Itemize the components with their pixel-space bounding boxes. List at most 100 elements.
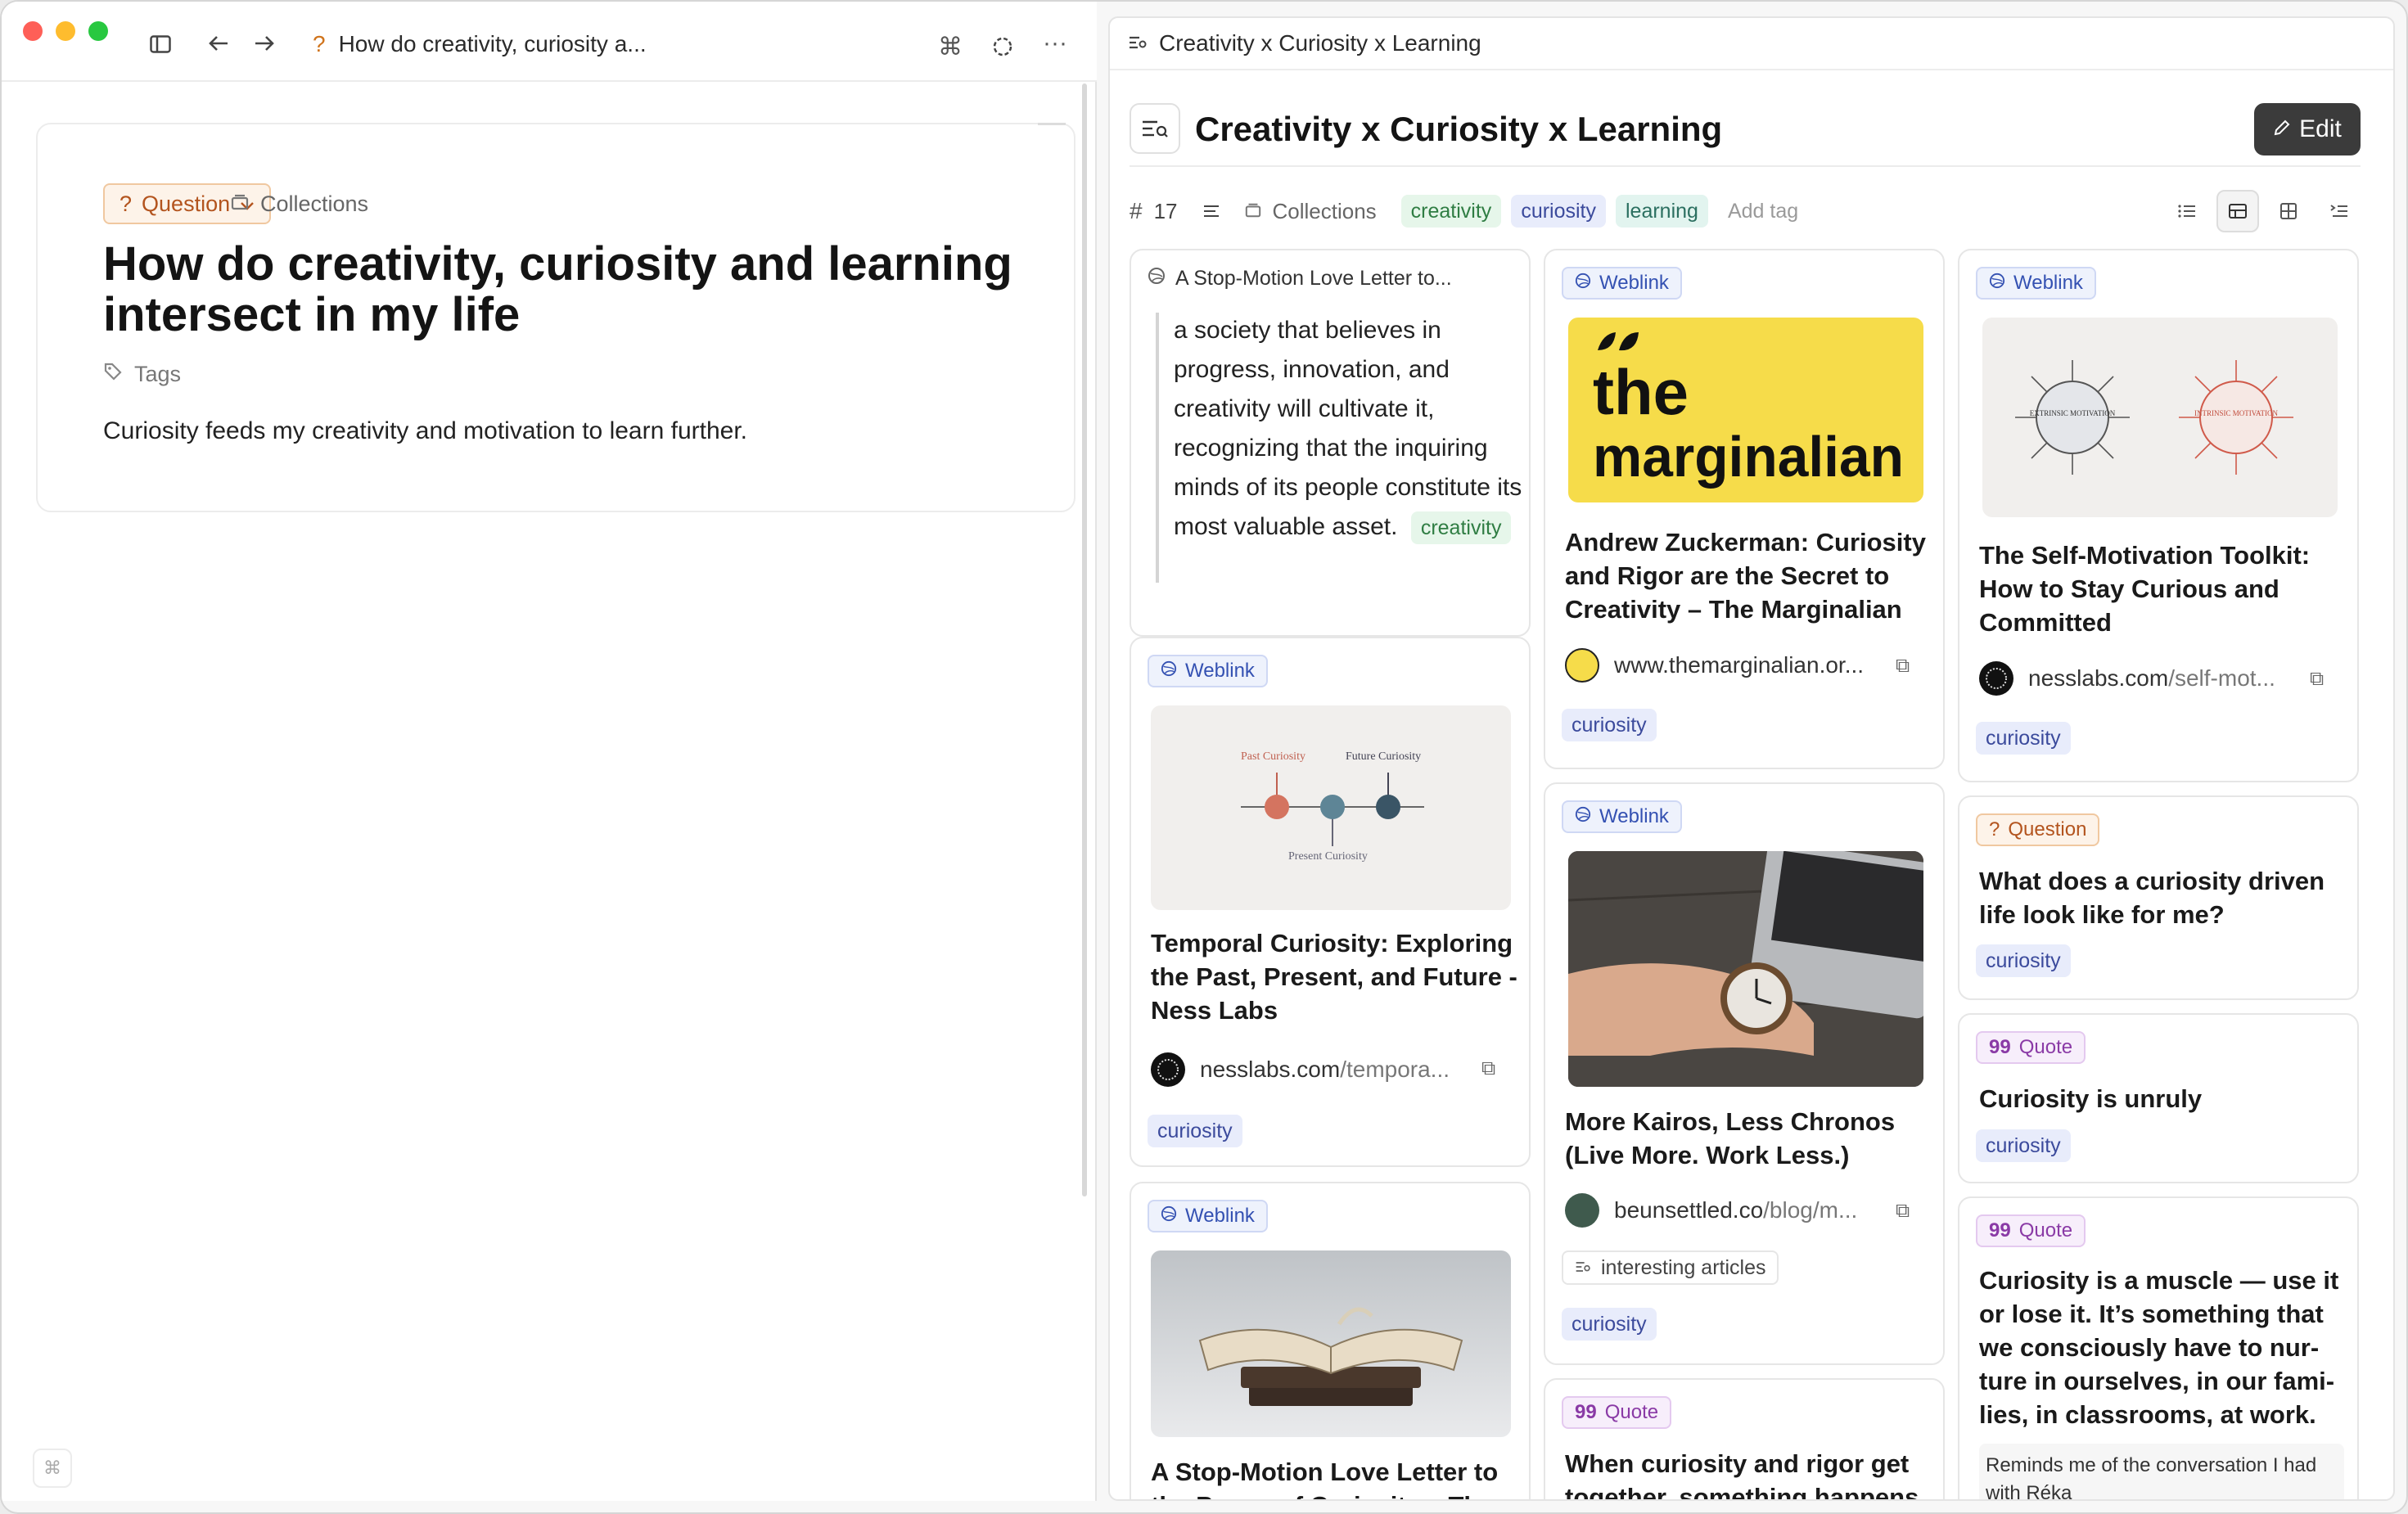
- thumb-label-future: Future Curiosity: [1346, 750, 1421, 763]
- weblink-badge-label: Weblink: [1599, 805, 1669, 827]
- weblink-card-kairos[interactable]: Weblink More Kairos, Less Chronos (Live …: [1544, 782, 1945, 1365]
- card-url-row[interactable]: nesslabs.com/self-mot...: [1979, 661, 2275, 696]
- collection-title-row: Creativity x Curiosity x Learning Edit: [1130, 90, 2361, 167]
- tag-curiosity[interactable]: curiosity: [1562, 709, 1657, 741]
- quote-mark-icon: 99: [1989, 1219, 2011, 1241]
- collections-field[interactable]: Collections: [1245, 199, 1377, 224]
- copy-link-icon[interactable]: ⧉: [1896, 655, 1910, 678]
- document-title[interactable]: How do creativity, curiosity and learnin…: [103, 239, 1028, 340]
- add-tag-button[interactable]: Add tag: [1718, 195, 1808, 228]
- card-title: Temporal Curiosity: Exploring the Past, …: [1151, 929, 1517, 1025]
- card-note: Reminds me of the conversation I had wit…: [1979, 1444, 2344, 1499]
- thumb-label-extrinsic: EXTRINSIC MOTIVATION: [2030, 409, 2116, 417]
- text-lines-icon: [1202, 199, 1220, 224]
- weblink-card-self-motivation[interactable]: Weblink EXTRINSIC MOTIVATION INTRINSIC M…: [1958, 249, 2359, 782]
- thumb-label-present: Present Curiosity: [1288, 850, 1368, 863]
- sidebar-toggle-icon[interactable]: [146, 33, 175, 56]
- copy-link-icon[interactable]: ⧉: [1896, 1200, 1910, 1223]
- logo-text-the: the: [1593, 356, 1689, 428]
- collection-icon[interactable]: [1130, 103, 1180, 154]
- collection-chip[interactable]: interesting articles: [1562, 1250, 1779, 1285]
- question-icon: ?: [1989, 818, 2000, 840]
- marginalian-logo: the marginalian: [1568, 318, 1923, 502]
- card-title: What does a curiosity driven life look l…: [1979, 867, 2325, 929]
- zoom-window-button[interactable]: [88, 21, 108, 41]
- card-title: The Self-Motivation Toolkit: How to Stay…: [1979, 541, 2311, 637]
- description-toggle[interactable]: [1202, 199, 1220, 224]
- forward-arrow-icon[interactable]: [250, 31, 278, 56]
- question-card-curiosity-life[interactable]: ? Question What does a curiosity driven …: [1958, 795, 2359, 1000]
- thumb-label-intrinsic: INTRINSIC MOTIVATION: [2194, 409, 2279, 417]
- card-view-icon[interactable]: [2216, 190, 2259, 232]
- card-url-row[interactable]: www.themarginalian.or...: [1565, 648, 1864, 683]
- sync-icon[interactable]: [989, 34, 1017, 59]
- weblink-card-marginalian[interactable]: Weblink the marginalian Andrew Zuckerman…: [1544, 249, 1945, 769]
- quote-badge: 99 Quote: [1562, 1396, 1672, 1429]
- weblink-badge-label: Weblink: [2013, 272, 2083, 294]
- weblink-badge-label: Weblink: [1185, 1205, 1255, 1227]
- url-path: /self-mot...: [2168, 665, 2275, 691]
- globe-icon: [1575, 805, 1591, 828]
- edit-button-label: Edit: [2299, 115, 2342, 142]
- card-title: Curiosity is a muscle — use it or lose i…: [1979, 1266, 2339, 1429]
- tag-curiosity[interactable]: curiosity: [1511, 195, 1606, 228]
- tag-curiosity[interactable]: curiosity: [1562, 1308, 1657, 1341]
- collections-label: Collections: [260, 192, 369, 216]
- collections-field[interactable]: Collections: [231, 192, 368, 217]
- quote-card-stop-motion[interactable]: A Stop-Motion Love Letter to... a societ…: [1130, 249, 1531, 637]
- quote-card-rigor[interactable]: 99 Quote When curiosity and rigor get to…: [1544, 1378, 1945, 1499]
- weblink-badge: Weblink: [1562, 800, 1682, 833]
- quote-body: a society that believes in progress, inn…: [1174, 317, 1522, 540]
- watch-photo: [1568, 851, 1923, 1087]
- card-title: Andrew Zuckerman: Curiosity and Rigor ar…: [1565, 528, 1926, 624]
- tag-learning[interactable]: learning: [1616, 195, 1708, 228]
- weblink-card-stop-motion[interactable]: Weblink A Stop-Motion Love Letter to the…: [1130, 1182, 1531, 1499]
- current-tab-label: How do creativity, curiosity a...: [338, 31, 647, 56]
- left-pane: ? How do creativity, curiosity a... ⌘ ··…: [2, 2, 1097, 1501]
- beunsettled-favicon: [1565, 1193, 1599, 1228]
- item-count: # 17: [1130, 198, 1178, 224]
- copy-link-icon[interactable]: ⧉: [2310, 668, 2324, 691]
- motivation-diagram-thumbnail: EXTRINSIC MOTIVATION INTRINSIC MOTIVATIO…: [1982, 318, 2338, 517]
- quote-card-muscle[interactable]: 99 Quote Curiosity is a muscle — use it …: [1958, 1196, 2359, 1499]
- edit-button[interactable]: Edit: [2254, 103, 2361, 155]
- tag-creativity[interactable]: creativity: [1410, 511, 1512, 544]
- current-tab[interactable]: ? How do creativity, curiosity a...: [313, 31, 647, 57]
- view-switcher: [2166, 190, 2361, 232]
- tag-creativity[interactable]: creativity: [1400, 195, 1502, 228]
- card-url-row[interactable]: nesslabs.com/tempora...: [1151, 1052, 1450, 1087]
- tag-icon: [103, 362, 123, 387]
- copy-link-icon[interactable]: ⧉: [1481, 1057, 1495, 1080]
- tag-curiosity[interactable]: curiosity: [1148, 1115, 1242, 1147]
- tag-curiosity[interactable]: curiosity: [1976, 944, 2071, 977]
- book-photo: [1151, 1250, 1511, 1437]
- collection-list-icon: [1128, 30, 1148, 56]
- command-icon[interactable]: ⌘: [936, 34, 964, 61]
- globe-icon: [1989, 272, 2005, 295]
- left-scrollbar[interactable]: [1082, 83, 1087, 1196]
- globe-icon: [1148, 267, 1166, 291]
- list-view-icon[interactable]: [2166, 190, 2208, 232]
- tag-curiosity[interactable]: curiosity: [1976, 722, 2071, 755]
- close-window-button[interactable]: [23, 21, 43, 41]
- outline-view-icon[interactable]: [2318, 190, 2361, 232]
- collection-title[interactable]: Creativity x Curiosity x Learning: [1195, 110, 1722, 149]
- nesslabs-favicon: [1151, 1052, 1185, 1087]
- card-url-row[interactable]: beunsettled.co/blog/m...: [1565, 1193, 1857, 1228]
- quote-card-unruly[interactable]: 99 Quote Curiosity is unruly curiosity: [1958, 1013, 2359, 1183]
- document-body[interactable]: Curiosity feeds my creativity and motiva…: [103, 417, 747, 445]
- shortcut-command-icon[interactable]: ⌘: [33, 1449, 72, 1488]
- weblink-badge: Weblink: [1976, 267, 2096, 300]
- tags-field[interactable]: Tags: [103, 362, 181, 387]
- weblink-card-temporal-curiosity[interactable]: Weblink Past Curiosity Future Curiosity …: [1130, 637, 1531, 1167]
- tag-curiosity[interactable]: curiosity: [1976, 1129, 2071, 1162]
- minimize-window-button[interactable]: [56, 21, 75, 41]
- back-arrow-icon[interactable]: [205, 31, 232, 56]
- quote-badge: 99 Quote: [1976, 1214, 2086, 1247]
- weblink-badge: Weblink: [1148, 655, 1268, 687]
- weblink-badge: Weblink: [1562, 267, 1682, 300]
- more-options-icon[interactable]: ···: [1041, 29, 1069, 56]
- resize-handle[interactable]: [1038, 123, 1066, 125]
- thumb-label-past: Past Curiosity: [1241, 750, 1305, 763]
- grid-view-icon[interactable]: [2267, 190, 2310, 232]
